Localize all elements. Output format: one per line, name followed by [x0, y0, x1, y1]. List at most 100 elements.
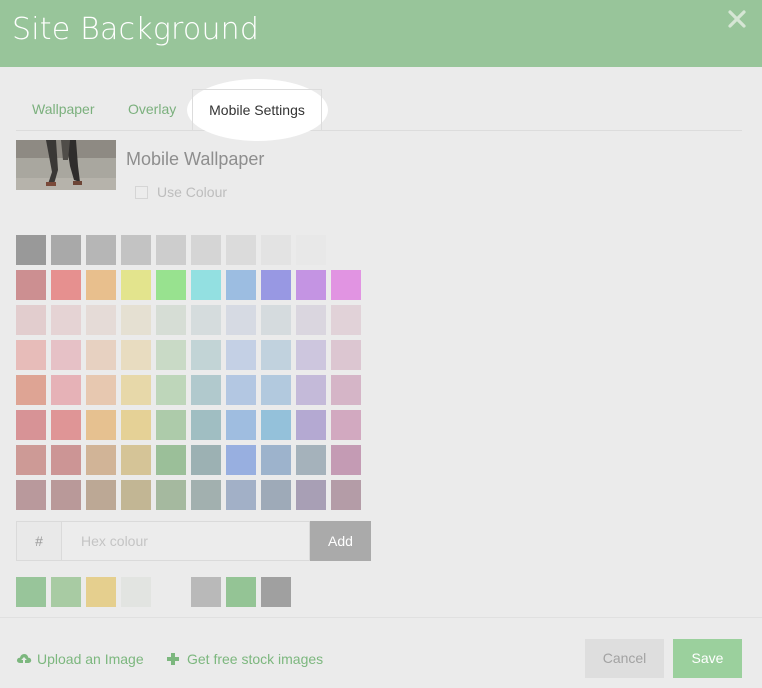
- colour-swatch[interactable]: [156, 480, 186, 510]
- colour-swatch[interactable]: [51, 445, 81, 475]
- colour-swatch[interactable]: [51, 410, 81, 440]
- colour-swatch[interactable]: [296, 445, 326, 475]
- colour-swatch[interactable]: [86, 480, 116, 510]
- colour-swatch[interactable]: [191, 410, 221, 440]
- colour-swatch[interactable]: [121, 270, 151, 300]
- recent-colour-swatch[interactable]: [191, 577, 221, 607]
- colour-swatch[interactable]: [331, 375, 361, 405]
- colour-swatch[interactable]: [296, 235, 326, 265]
- colour-swatch[interactable]: [226, 235, 256, 265]
- colour-swatch[interactable]: [156, 235, 186, 265]
- colour-swatch[interactable]: [156, 305, 186, 335]
- recent-colour-swatch[interactable]: [156, 577, 186, 607]
- colour-swatch[interactable]: [261, 480, 291, 510]
- cancel-button[interactable]: Cancel: [585, 639, 664, 678]
- colour-swatch[interactable]: [261, 410, 291, 440]
- close-icon[interactable]: [726, 8, 748, 30]
- colour-swatch[interactable]: [191, 340, 221, 370]
- colour-swatch[interactable]: [191, 445, 221, 475]
- colour-swatch[interactable]: [16, 235, 46, 265]
- colour-swatch[interactable]: [331, 305, 361, 335]
- plus-icon: [167, 653, 179, 665]
- recent-colour-swatch[interactable]: [16, 577, 46, 607]
- colour-swatch[interactable]: [86, 340, 116, 370]
- colour-swatch[interactable]: [296, 305, 326, 335]
- colour-swatch[interactable]: [86, 235, 116, 265]
- colour-swatch[interactable]: [121, 375, 151, 405]
- tab-mobile-settings[interactable]: Mobile Settings: [192, 89, 322, 131]
- colour-swatch[interactable]: [261, 340, 291, 370]
- colour-swatch[interactable]: [156, 270, 186, 300]
- colour-swatch[interactable]: [226, 270, 256, 300]
- colour-swatch[interactable]: [16, 445, 46, 475]
- recent-colour-swatch[interactable]: [261, 577, 291, 607]
- colour-swatch[interactable]: [51, 305, 81, 335]
- colour-swatch[interactable]: [156, 445, 186, 475]
- recent-colour-swatch[interactable]: [226, 577, 256, 607]
- colour-swatch[interactable]: [261, 305, 291, 335]
- colour-swatch[interactable]: [86, 375, 116, 405]
- colour-swatch[interactable]: [226, 410, 256, 440]
- colour-swatch[interactable]: [331, 340, 361, 370]
- colour-swatch[interactable]: [296, 340, 326, 370]
- colour-swatch[interactable]: [51, 480, 81, 510]
- colour-swatch[interactable]: [296, 270, 326, 300]
- dialog-header: Site Background: [0, 0, 762, 67]
- recent-colour-swatch[interactable]: [86, 577, 116, 607]
- colour-swatch[interactable]: [16, 410, 46, 440]
- colour-swatch[interactable]: [156, 375, 186, 405]
- colour-swatch[interactable]: [16, 375, 46, 405]
- colour-swatch[interactable]: [331, 235, 361, 265]
- colour-swatch[interactable]: [226, 480, 256, 510]
- colour-swatch[interactable]: [296, 375, 326, 405]
- colour-swatch[interactable]: [331, 270, 361, 300]
- colour-swatch[interactable]: [51, 270, 81, 300]
- use-colour-checkbox[interactable]: [135, 186, 148, 199]
- colour-swatch[interactable]: [51, 235, 81, 265]
- colour-swatch[interactable]: [156, 340, 186, 370]
- colour-swatch[interactable]: [191, 305, 221, 335]
- recent-colour-swatch[interactable]: [51, 577, 81, 607]
- colour-swatch[interactable]: [121, 340, 151, 370]
- colour-swatch[interactable]: [331, 410, 361, 440]
- colour-swatch[interactable]: [261, 270, 291, 300]
- colour-swatch[interactable]: [296, 480, 326, 510]
- colour-swatch[interactable]: [16, 480, 46, 510]
- tab-wallpaper[interactable]: Wallpaper: [32, 89, 95, 131]
- colour-swatch[interactable]: [86, 270, 116, 300]
- colour-swatch[interactable]: [261, 445, 291, 475]
- colour-swatch[interactable]: [331, 480, 361, 510]
- colour-swatch[interactable]: [156, 410, 186, 440]
- colour-swatch[interactable]: [226, 340, 256, 370]
- colour-swatch[interactable]: [226, 375, 256, 405]
- add-colour-button[interactable]: Add: [310, 521, 371, 561]
- colour-swatch[interactable]: [191, 235, 221, 265]
- mobile-wallpaper-thumbnail[interactable]: [16, 140, 116, 190]
- colour-swatch[interactable]: [226, 305, 256, 335]
- colour-swatch[interactable]: [121, 305, 151, 335]
- colour-swatch[interactable]: [86, 410, 116, 440]
- colour-swatch[interactable]: [191, 480, 221, 510]
- colour-swatch[interactable]: [121, 445, 151, 475]
- save-button[interactable]: Save: [673, 639, 742, 678]
- colour-swatch[interactable]: [121, 410, 151, 440]
- colour-swatch[interactable]: [261, 235, 291, 265]
- colour-swatch[interactable]: [16, 340, 46, 370]
- hex-colour-input[interactable]: Hex colour: [61, 521, 310, 561]
- colour-swatch[interactable]: [51, 375, 81, 405]
- colour-swatch[interactable]: [86, 445, 116, 475]
- colour-swatch[interactable]: [121, 235, 151, 265]
- colour-swatch[interactable]: [226, 445, 256, 475]
- colour-swatch[interactable]: [51, 340, 81, 370]
- colour-swatch[interactable]: [86, 305, 116, 335]
- tab-overlay[interactable]: Overlay: [128, 89, 176, 131]
- colour-swatch[interactable]: [296, 410, 326, 440]
- colour-swatch[interactable]: [121, 480, 151, 510]
- colour-swatch[interactable]: [191, 270, 221, 300]
- colour-swatch[interactable]: [16, 270, 46, 300]
- colour-swatch[interactable]: [16, 305, 46, 335]
- colour-swatch[interactable]: [331, 445, 361, 475]
- colour-swatch[interactable]: [191, 375, 221, 405]
- colour-swatch[interactable]: [261, 375, 291, 405]
- recent-colour-swatch[interactable]: [121, 577, 151, 607]
